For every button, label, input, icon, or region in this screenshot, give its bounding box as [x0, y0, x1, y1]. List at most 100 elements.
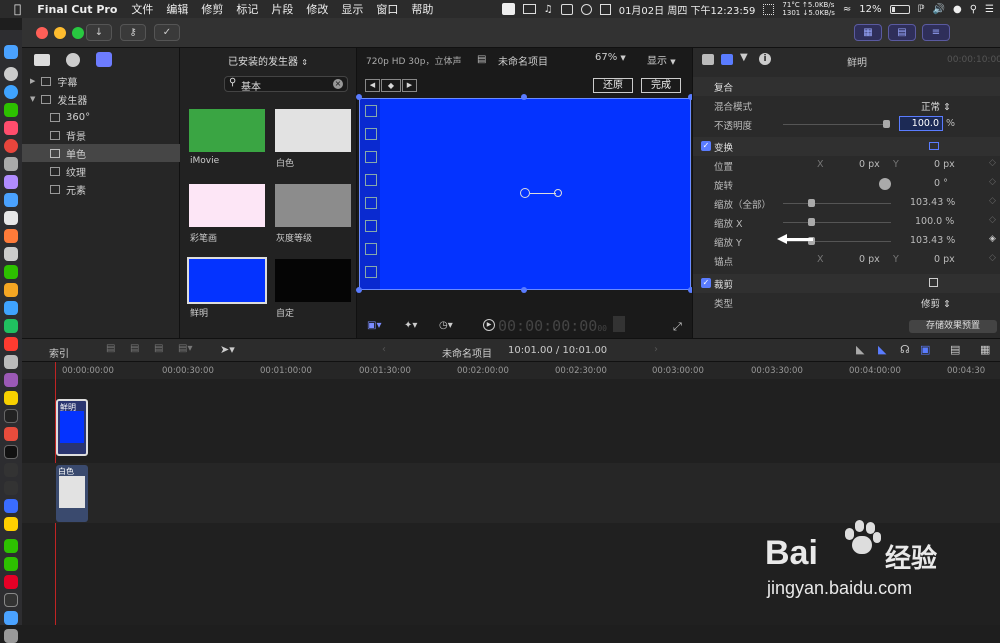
minimize-window-button[interactable]: [54, 27, 66, 39]
music-icon[interactable]: ♫: [544, 4, 553, 15]
position-x-value[interactable]: 0 px: [859, 159, 880, 170]
timecode-display[interactable]: 00:00:00:0000: [498, 317, 607, 335]
scale-all-slider[interactable]: [783, 203, 891, 204]
menu-mark[interactable]: 标记: [236, 1, 258, 17]
opacity-slider[interactable]: [783, 124, 883, 125]
overwrite-clip-button[interactable]: ▤▾: [178, 343, 192, 354]
transform-section[interactable]: ✓ 变换: [693, 137, 1000, 156]
titles-generators-icon[interactable]: [96, 52, 112, 67]
sidebar-item-generators[interactable]: ▼ 发生器: [22, 90, 180, 108]
calendar-icon[interactable]: [599, 3, 611, 15]
app-dock-icon-4[interactable]: [4, 211, 18, 225]
scale-all-value[interactable]: 103.43 %: [910, 197, 955, 208]
scale-x-slider[interactable]: [783, 222, 891, 223]
sidebar-item-textures[interactable]: 纹理: [22, 162, 180, 180]
transform-handle[interactable]: [521, 287, 527, 293]
transform-handle[interactable]: [521, 94, 527, 100]
keyframe-diamond-icon[interactable]: ◇: [989, 196, 996, 206]
rotation-value[interactable]: 0 °: [934, 178, 948, 189]
netease-dock-icon[interactable]: [4, 575, 18, 589]
add-keyframe-button[interactable]: ◆: [381, 79, 401, 92]
app-dock-icon-12[interactable]: [4, 355, 18, 369]
search-input[interactable]: 基本: [241, 78, 261, 93]
view-menu[interactable]: 显示 ▼: [647, 52, 676, 67]
transform-handle[interactable]: [356, 94, 362, 100]
app-dock-icon-8[interactable]: [4, 283, 18, 297]
finder-icon[interactable]: [560, 3, 573, 15]
revert-button[interactable]: 还原: [593, 78, 633, 93]
film-inspector-tab[interactable]: [721, 54, 733, 65]
search-field[interactable]: ⚲ 基本 ×: [224, 76, 348, 93]
generator-thumb-pastel[interactable]: [189, 184, 265, 227]
volume-icon[interactable]: 🔊: [933, 4, 945, 15]
enhance-button[interactable]: ✦▾: [404, 320, 417, 331]
clock-icon[interactable]: [580, 3, 592, 15]
generator-thumb-grayscale[interactable]: [275, 184, 351, 227]
media-browser-icon[interactable]: [34, 54, 50, 66]
transform-checkbox[interactable]: ✓: [701, 141, 711, 151]
yandex-dock-icon[interactable]: [4, 517, 18, 531]
menu-list-icon[interactable]: ☰: [985, 4, 994, 15]
wifi-icon[interactable]: ≈: [843, 4, 851, 15]
transform-handle[interactable]: [356, 287, 362, 293]
terminal-dock-icon[interactable]: [4, 445, 18, 459]
app-dock-icon-11[interactable]: [4, 337, 18, 351]
app-dock-icon-16[interactable]: [4, 427, 18, 441]
sidebar-item-360[interactable]: 360°: [22, 108, 180, 126]
photos-icon[interactable]: [66, 53, 80, 67]
app-dock-icon-20[interactable]: [4, 557, 18, 571]
snapping-icon[interactable]: ▣: [920, 343, 930, 356]
prev-keyframe-button[interactable]: ◀: [365, 79, 380, 92]
video-inspector-tab[interactable]: [702, 54, 714, 65]
keyframe-diamond-icon[interactable]: ◈: [989, 234, 996, 244]
chrome-dock-icon[interactable]: [4, 139, 18, 153]
app-dock-icon-5[interactable]: [4, 229, 18, 243]
generator-thumb-vivid[interactable]: [187, 257, 267, 304]
keywords-button[interactable]: ⚷: [120, 24, 146, 41]
menu-modify[interactable]: 修改: [306, 1, 328, 17]
select-tool-button[interactable]: ➤▾: [220, 343, 235, 356]
sidebar-item-backgrounds[interactable]: 背景: [22, 126, 180, 144]
anchor-x-value[interactable]: 0 px: [859, 254, 880, 265]
music-dock-icon[interactable]: [4, 121, 18, 135]
app-dock-icon-19[interactable]: [4, 539, 18, 553]
battery-icon[interactable]: [889, 4, 910, 14]
effects-browser-icon[interactable]: ▦: [980, 343, 990, 356]
user-icon[interactable]: ●: [953, 4, 962, 15]
status-app-icon[interactable]: [501, 3, 515, 15]
history-forward-icon[interactable]: ›: [654, 344, 658, 355]
keyframe-diamond-icon[interactable]: ◇: [989, 215, 996, 225]
crop-type-select[interactable]: 修剪 ⇕: [921, 296, 951, 310]
app-dock-icon-13[interactable]: [4, 373, 18, 387]
rotation-handle[interactable]: [554, 189, 562, 197]
sidebar-item-elements[interactable]: 元素: [22, 180, 180, 198]
trash-dock-icon[interactable]: [4, 629, 18, 643]
transform-center-handle[interactable]: [520, 188, 530, 198]
layout-inspector-button[interactable]: ≡: [922, 24, 950, 41]
keyframe-diamond-icon[interactable]: ◇: [989, 253, 996, 263]
timeline-clip-vivid[interactable]: 鲜明: [56, 399, 88, 456]
clip-appearance-icon[interactable]: ▤: [950, 343, 960, 356]
history-back-icon[interactable]: ‹: [382, 344, 386, 355]
opacity-input[interactable]: 100.0: [899, 116, 943, 131]
sidebar-item-titles[interactable]: ▶ 字幕: [22, 72, 180, 90]
app-dock-icon-9[interactable]: [4, 301, 18, 315]
menu-file[interactable]: 文件: [131, 1, 153, 17]
disclosure-triangle-icon[interactable]: ▶: [30, 77, 35, 85]
finder-dock-icon[interactable]: [4, 45, 18, 59]
app-dock-icon-17[interactable]: [4, 463, 18, 477]
scale-y-value[interactable]: 103.43 %: [910, 235, 955, 246]
crop-checkbox[interactable]: ✓: [701, 278, 711, 288]
app-dock-icon-18[interactable]: [4, 481, 18, 495]
menu-clip[interactable]: 片段: [271, 1, 293, 17]
fullscreen-icon[interactable]: ⤢: [673, 320, 682, 334]
compositing-section[interactable]: 复合: [693, 77, 1000, 96]
sidebar-item-solids[interactable]: 单色: [22, 144, 180, 162]
clock-text[interactable]: 01月02日 周四 下午12:23:59: [619, 2, 756, 17]
blend-mode-select[interactable]: 正常 ⇕: [921, 99, 951, 113]
menu-edit[interactable]: 编辑: [166, 1, 188, 17]
fcp-dock-icon[interactable]: [4, 593, 18, 607]
done-button[interactable]: 完成: [641, 78, 681, 93]
app-dock-icon-14[interactable]: [4, 391, 18, 405]
play-button[interactable]: ▶: [483, 319, 495, 331]
